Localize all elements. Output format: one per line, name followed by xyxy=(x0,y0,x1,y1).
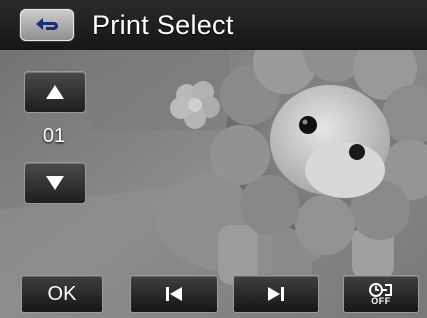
triangle-down-icon xyxy=(46,176,64,190)
page-title: Print Select xyxy=(92,9,234,40)
return-arrow-icon xyxy=(36,18,58,30)
skip-next-icon xyxy=(268,287,284,301)
bottom-toolbar: OK OFF xyxy=(0,272,427,318)
skip-previous-icon xyxy=(166,287,182,301)
timer-button[interactable]: OFF xyxy=(343,275,419,313)
back-button[interactable] xyxy=(20,9,74,41)
print-select-screen: Print Select 01 OK OFF xyxy=(0,0,427,318)
triangle-up-icon xyxy=(46,85,64,99)
print-count: 01 xyxy=(42,125,66,147)
title-bar: Print Select xyxy=(0,0,427,50)
previous-image-button[interactable] xyxy=(130,275,218,313)
increase-count-button[interactable] xyxy=(24,71,86,113)
next-image-button[interactable] xyxy=(233,275,319,313)
decrease-count-button[interactable] xyxy=(24,162,86,204)
timer-state-label: OFF xyxy=(371,296,391,306)
ok-button[interactable]: OK xyxy=(21,275,103,313)
